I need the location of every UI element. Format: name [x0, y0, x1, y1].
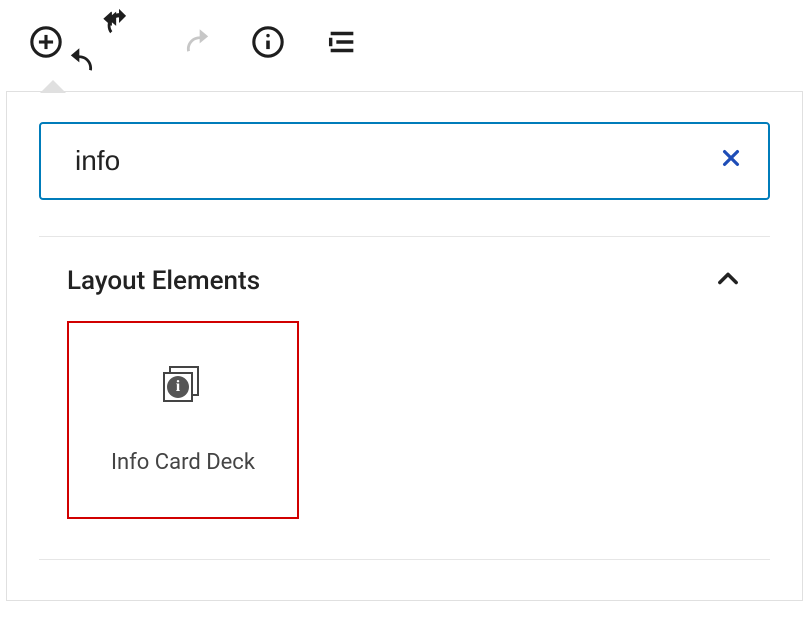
clear-search-button[interactable] — [714, 141, 748, 181]
section-title: Layout Elements — [67, 266, 260, 296]
info-circle-icon — [251, 25, 285, 63]
info-card-deck-icon: i — [163, 366, 203, 406]
section-header[interactable]: Layout Elements — [39, 265, 770, 321]
redo-icon — [177, 25, 211, 63]
chevron-up-icon — [714, 278, 742, 297]
undo-button[interactable] — [102, 26, 138, 62]
collapse-button[interactable] — [714, 265, 742, 297]
undo-icon — [102, 6, 138, 82]
block-inserter-panel: Layout Elements i Info Card Deck — [6, 91, 803, 601]
editor-toolbar — [0, 0, 809, 80]
block-item-info-card-deck[interactable]: i Info Card Deck — [67, 321, 299, 519]
block-section: Layout Elements i Info Card Deck — [39, 236, 770, 560]
info-button[interactable] — [250, 26, 286, 62]
add-block-button[interactable] — [28, 26, 64, 62]
redo-button — [176, 26, 212, 62]
outline-button[interactable] — [324, 26, 360, 62]
block-label: Info Card Deck — [111, 450, 255, 475]
block-search-wrapper — [39, 122, 770, 200]
list-outline-icon — [325, 25, 359, 63]
panel-pointer-arrow — [41, 79, 65, 91]
block-grid: i Info Card Deck — [39, 321, 770, 519]
block-search-input[interactable] — [73, 144, 714, 178]
plus-circle-icon — [29, 25, 63, 63]
close-icon — [720, 147, 742, 175]
